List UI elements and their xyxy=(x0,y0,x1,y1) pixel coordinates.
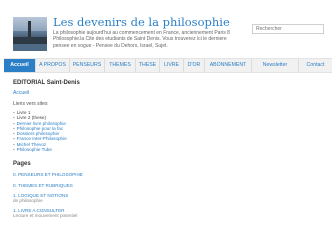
main-nav: Accueil A PROPOS PENSEURS THEMES THESE L… xyxy=(4,58,332,73)
page-link-themes[interactable]: 0. THEMES ET RUBRIQUES xyxy=(13,183,83,188)
page-link-livre[interactable]: 1. LIVRE A CONSULTER Lecture et mouvemen… xyxy=(13,208,83,218)
page-link-sub: Lecture et mouvement potentiel xyxy=(13,213,78,219)
home-link[interactable]: Accueil xyxy=(13,90,83,96)
pages-title: Pages xyxy=(13,161,31,168)
page-link-label: 0. PENSEURS ET PHILOSOPHIE xyxy=(13,172,83,178)
page-link-sub: de philosophie xyxy=(13,197,43,203)
editorial-title: EDITORIAL Saint-Denis xyxy=(13,80,80,86)
sidebar: EDITORIAL Saint-Denis Accueil Liens vers… xyxy=(13,80,83,224)
nav-item-these[interactable]: THESE xyxy=(136,59,160,72)
nav-item-newsletter[interactable]: Newsletter xyxy=(252,59,299,72)
links-intro: Liens vers sites xyxy=(13,101,48,107)
links-list: Livre 1 Livre 2 (these) Dernier livre ph… xyxy=(13,110,83,152)
site-logo[interactable] xyxy=(13,17,47,51)
site-description: La philosophie aujourd'hui au commenceme… xyxy=(53,30,230,49)
page-link-penseurs[interactable]: 0. PENSEURS ET PHILOSOPHIE xyxy=(13,172,83,177)
page-link-label: 0. THEMES ET RUBRIQUES xyxy=(13,182,73,188)
list-item[interactable]: Philosophie Tube xyxy=(13,147,83,152)
logo-water xyxy=(13,44,47,51)
nav-item-contact[interactable]: Contact xyxy=(299,59,332,72)
page-link-logique[interactable]: 1. LOGIQUE ET NOTIONS de philosophie xyxy=(13,193,83,203)
site-header: Les devenirs de la philosophie La philos… xyxy=(0,0,336,58)
nav-item-dor[interactable]: D'OR xyxy=(184,59,205,72)
search-input[interactable] xyxy=(252,24,324,34)
nav-item-a-propos[interactable]: A PROPOS xyxy=(36,59,70,72)
nav-item-accueil[interactable]: Accueil xyxy=(4,59,36,72)
nav-item-livre[interactable]: LIVRE xyxy=(160,59,184,72)
nav-item-abonnement[interactable]: ABONNEMENT xyxy=(205,59,252,72)
nav-item-penseurs[interactable]: PENSEURS xyxy=(70,59,105,72)
nav-item-themes[interactable]: THEMES xyxy=(105,59,136,72)
site-title[interactable]: Les devenirs de la philosophie xyxy=(53,15,230,29)
